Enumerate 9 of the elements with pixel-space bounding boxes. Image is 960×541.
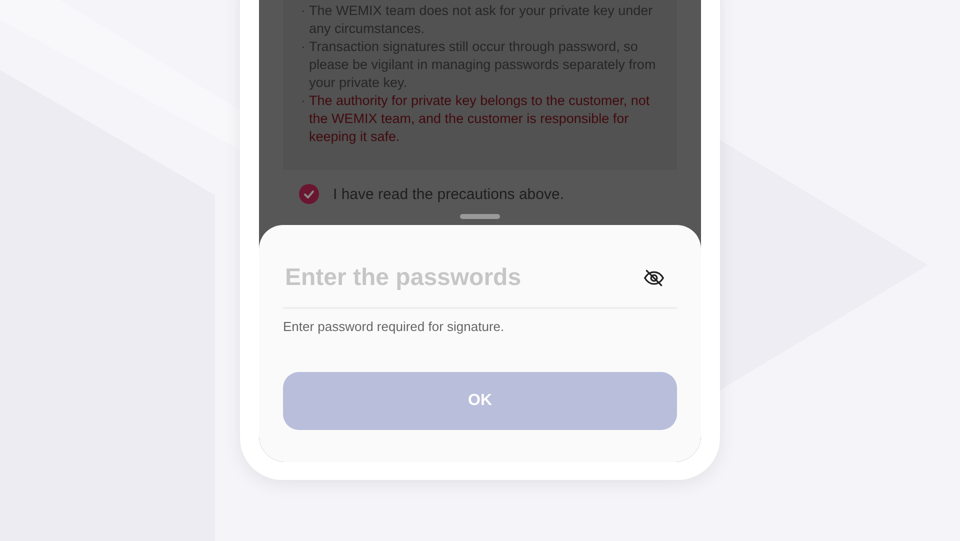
bullet: ·	[300, 2, 306, 20]
precaution-text: The authority for private key belongs to the customer, not the WEMIX team, and the customer is responsible for keeping it safe.	[309, 92, 651, 146]
bullet: ·	[300, 38, 306, 56]
checkbox-label: I have read the precautions above.	[333, 186, 564, 202]
drag-handle[interactable]	[460, 214, 500, 219]
eye-off-icon[interactable]	[643, 267, 665, 289]
bullet: ·	[300, 92, 306, 110]
hint-text: Enter password required for signature.	[283, 319, 506, 334]
checkbox[interactable]	[299, 184, 319, 204]
